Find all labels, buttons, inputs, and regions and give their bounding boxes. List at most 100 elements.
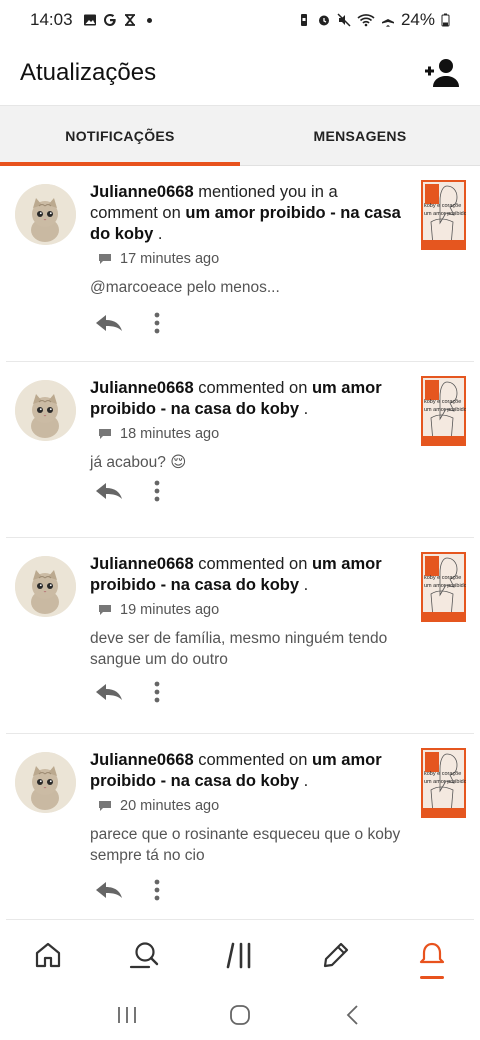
- notification-content: Julianne0668 commented on um amor proibi…: [90, 750, 410, 866]
- timestamp: 19 minutes ago: [120, 602, 220, 618]
- notification-meta: 18 minutes ago: [98, 426, 410, 442]
- action-text: commented on: [193, 751, 312, 769]
- notification-content: Julianne0668 commented on um amor proibi…: [90, 554, 410, 670]
- notification-item[interactable]: Julianne0668 commented on um amor proibi…: [6, 362, 474, 538]
- cover-title-line2: um amor proibido: [424, 407, 466, 413]
- notification-item[interactable]: Julianne0668 commented on um amor proibi…: [6, 538, 474, 734]
- cat-avatar-image: [15, 556, 76, 617]
- notification-actions: [94, 879, 160, 901]
- add-user-button[interactable]: [422, 53, 462, 93]
- notification-item[interactable]: Julianne0668 mentioned you in a comment …: [6, 166, 474, 362]
- notification-meta: 19 minutes ago: [98, 602, 410, 618]
- cover-title-line1: koby e coraçõe: [424, 399, 461, 405]
- cover-title-line1: koby e coraçõe: [424, 575, 461, 581]
- more-vertical-icon: [154, 879, 160, 901]
- more-vertical-icon: [154, 480, 160, 502]
- reply-icon: [96, 483, 122, 499]
- comment-text: @marcoeace pelo menos...: [90, 279, 280, 296]
- story-cover-thumbnail[interactable]: koby e coraçõe um amor proibido: [421, 376, 466, 446]
- story-cover-thumbnail[interactable]: koby e coraçõe um amor proibido: [421, 180, 466, 250]
- story-cover-image: koby e coraçõe um amor proibido: [421, 180, 466, 250]
- username-link[interactable]: Julianne0668: [90, 379, 194, 397]
- add-user-icon: [425, 58, 459, 87]
- nav-library-button[interactable]: [212, 927, 268, 983]
- more-options-button[interactable]: [154, 681, 160, 703]
- notification-headline: Julianne0668 commented on um amor proibi…: [90, 378, 410, 420]
- reply-icon: [96, 684, 122, 700]
- library-icon: [226, 942, 251, 969]
- reply-button[interactable]: [94, 880, 124, 900]
- notification-actions: [94, 681, 160, 703]
- headline-end: .: [299, 576, 309, 594]
- nav-write-button[interactable]: [308, 927, 364, 983]
- timestamp: 17 minutes ago: [120, 251, 220, 267]
- cover-title-line1: koby e coraçõe: [424, 203, 461, 209]
- cover-title-line2: um amor proibido: [424, 583, 466, 589]
- more-options-button[interactable]: [154, 480, 160, 502]
- comment-icon: [99, 429, 111, 439]
- mute-icon: [337, 13, 351, 27]
- reply-button[interactable]: [94, 481, 124, 501]
- notification-dot: [146, 17, 152, 23]
- username-link[interactable]: Julianne0668: [90, 183, 194, 201]
- more-vertical-icon: [154, 312, 160, 334]
- comment-icon: [99, 605, 111, 615]
- action-text: commented on: [193, 555, 312, 573]
- recent-apps-button[interactable]: [107, 995, 147, 1035]
- notification-meta: 20 minutes ago: [98, 798, 410, 814]
- recent-apps-icon: [117, 1007, 136, 1023]
- notification-content: Julianne0668 mentioned you in a comment …: [90, 182, 410, 298]
- crossed-box-icon: [124, 14, 135, 26]
- nav-notifications-button[interactable]: [404, 927, 460, 983]
- write-icon: [323, 942, 349, 968]
- system-nav-bar: [0, 990, 480, 1040]
- page-title: Atualizações: [20, 58, 157, 86]
- tab-messages[interactable]: MENSAGENS: [240, 106, 480, 165]
- cat-avatar-image: [15, 184, 76, 245]
- avatar[interactable]: [15, 556, 76, 617]
- reply-button[interactable]: [94, 682, 124, 702]
- bottom-nav: [0, 920, 480, 990]
- app-header: Atualizações: [0, 40, 480, 106]
- cat-avatar-image: [15, 380, 76, 441]
- notification-list: Julianne0668 mentioned you in a comment …: [0, 166, 480, 920]
- headline-end: .: [299, 400, 309, 418]
- more-vertical-icon: [154, 681, 160, 703]
- avatar[interactable]: [15, 380, 76, 441]
- notification-meta: 17 minutes ago: [98, 251, 410, 267]
- back-button[interactable]: [333, 995, 373, 1035]
- battery-icon: [441, 13, 450, 27]
- headline-end: .: [299, 772, 309, 790]
- cover-title-line2: um amor proibido: [424, 211, 466, 217]
- nav-home-button[interactable]: [20, 927, 76, 983]
- reply-button[interactable]: [94, 313, 124, 333]
- username-link[interactable]: Julianne0668: [90, 751, 194, 769]
- notification-headline: Julianne0668 commented on um amor proibi…: [90, 554, 410, 596]
- notification-item[interactable]: Julianne0668 commented on um amor proibi…: [6, 734, 474, 920]
- home-icon: [35, 942, 61, 968]
- home-system-button[interactable]: [220, 995, 260, 1035]
- story-cover-thumbnail[interactable]: koby e coraçõe um amor proibido: [421, 748, 466, 818]
- alarm-icon: [318, 15, 329, 26]
- story-cover-image: koby e coraçõe um amor proibido: [421, 552, 466, 622]
- cover-title-line2: um amor proibido: [424, 779, 466, 785]
- avatar[interactable]: [15, 184, 76, 245]
- timestamp: 18 minutes ago: [120, 426, 220, 442]
- notification-headline: Julianne0668 mentioned you in a comment …: [90, 182, 410, 245]
- story-cover-image: koby e coraçõe um amor proibido: [421, 376, 466, 446]
- reply-icon: [96, 882, 122, 898]
- comment-text: já acabou? 😌: [90, 454, 187, 471]
- more-options-button[interactable]: [154, 312, 160, 334]
- story-cover-thumbnail[interactable]: koby e coraçõe um amor proibido: [421, 552, 466, 622]
- status-bar: 14:03 24%: [0, 0, 480, 40]
- airplane-icon: [381, 14, 394, 27]
- action-text: commented on: [193, 379, 312, 397]
- username-link[interactable]: Julianne0668: [90, 555, 194, 573]
- notification-headline: Julianne0668 commented on um amor proibi…: [90, 750, 410, 792]
- nav-search-button[interactable]: [116, 927, 172, 983]
- notification-actions: [94, 480, 160, 502]
- comment-icon: [99, 801, 111, 811]
- more-options-button[interactable]: [154, 879, 160, 901]
- avatar[interactable]: [15, 752, 76, 813]
- tab-notifications[interactable]: NOTIFICAÇÕES: [0, 106, 240, 166]
